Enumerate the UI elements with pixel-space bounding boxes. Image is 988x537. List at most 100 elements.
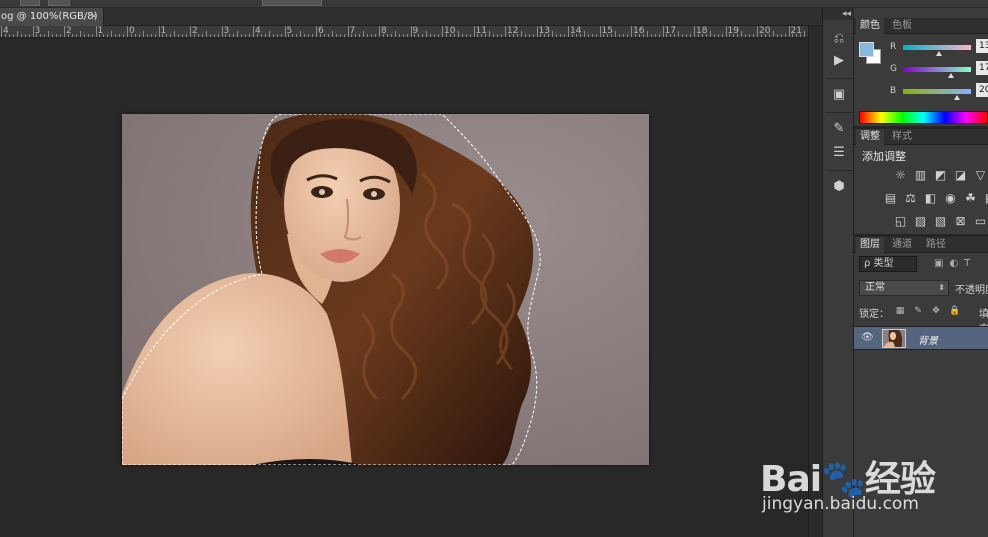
ruler-minor-tick bbox=[111, 31, 113, 37]
play-action-icon[interactable]: ▶ bbox=[829, 52, 849, 70]
brightness-icon[interactable]: ☼ bbox=[894, 169, 907, 181]
brush-preset-icon[interactable]: ✎ bbox=[829, 120, 849, 138]
filter-icons[interactable]: ▣◐T bbox=[934, 258, 976, 269]
close-icon[interactable]: × bbox=[90, 8, 98, 26]
ruler-major-tick bbox=[32, 26, 34, 37]
ruler-minor-tick bbox=[249, 34, 251, 37]
tab-swatches[interactable]: 色板 bbox=[888, 18, 916, 34]
document-tab[interactable]: og @ 100%(RGB/8) × bbox=[0, 8, 104, 26]
blue-value-field[interactable]: 205 bbox=[976, 83, 988, 97]
red-value-field[interactable]: 134 bbox=[976, 39, 988, 53]
collapse-icon[interactable]: ◂◂ bbox=[823, 8, 855, 20]
ruler-minor-tick bbox=[575, 34, 577, 37]
tab-paths[interactable]: 路径 bbox=[922, 237, 950, 253]
ruler-minor-tick bbox=[430, 34, 432, 37]
divider bbox=[826, 170, 852, 171]
tab-channels[interactable]: 通道 bbox=[888, 237, 916, 253]
ruler-minor-tick bbox=[579, 34, 581, 37]
ruler-minor-tick bbox=[193, 34, 195, 37]
ruler-minor-tick bbox=[709, 31, 711, 37]
posterize-icon[interactable]: ▨ bbox=[914, 215, 927, 227]
document-canvas-image[interactable] bbox=[122, 114, 649, 465]
ruler-minor-tick bbox=[40, 34, 42, 37]
ruler-major-tick bbox=[725, 26, 727, 37]
slider-knob[interactable] bbox=[936, 51, 943, 56]
tool-preset-icon[interactable]: ☰ bbox=[829, 144, 849, 162]
levels-icon[interactable]: ▥ bbox=[914, 169, 927, 181]
ruler-minor-tick bbox=[646, 31, 648, 37]
ruler-minor-tick bbox=[233, 34, 235, 37]
ruler-minor-tick bbox=[166, 34, 168, 37]
ruler-minor-tick bbox=[398, 34, 400, 37]
lock-paint-icon[interactable]: ✎ bbox=[913, 306, 923, 316]
ruler-minor-tick bbox=[178, 34, 180, 37]
document-tab-bar: og @ 100%(RGB/8) × bbox=[0, 8, 822, 26]
ruler-minor-tick bbox=[288, 34, 290, 37]
ruler-minor-tick bbox=[591, 34, 593, 37]
chevron-down-icon: ⬍ bbox=[938, 283, 945, 292]
threshold-icon[interactable]: ▧ bbox=[934, 215, 947, 227]
color-balance-icon[interactable]: ⚖ bbox=[904, 192, 917, 204]
tab-adjustments[interactable]: 调整 bbox=[856, 129, 884, 145]
photoshop-window: og @ 100%(RGB/8) × 4 3 2 1 0 1 2 3 4 5 6 7 8 9 10 11 12 1… bbox=[0, 0, 988, 537]
ruler-minor-tick bbox=[339, 34, 341, 37]
tab-styles[interactable]: 样式 bbox=[888, 129, 916, 145]
blend-mode-select[interactable]: 正常 ⬍ bbox=[859, 280, 949, 296]
ruler-minor-tick bbox=[548, 34, 550, 37]
3d-icon[interactable]: ⬢ bbox=[829, 178, 849, 196]
color-lookup-icon[interactable]: ▦ bbox=[984, 192, 988, 204]
ruler-minor-tick bbox=[87, 34, 89, 37]
lock-transparent-icon[interactable]: ▦ bbox=[895, 306, 905, 316]
channel-mixer-icon[interactable]: ☘ bbox=[964, 192, 977, 204]
green-value-field[interactable]: 179 bbox=[976, 61, 988, 75]
layer-row[interactable]: 👁 背景 bbox=[854, 326, 988, 350]
ruler-minor-tick bbox=[402, 34, 404, 37]
hue-saturation-icon[interactable]: ▤ bbox=[884, 192, 897, 204]
photo-filter-icon[interactable]: ◉ bbox=[944, 192, 957, 204]
ruler-minor-tick bbox=[485, 34, 487, 37]
horizontal-ruler[interactable]: 4 3 2 1 0 1 2 3 4 5 6 7 8 9 10 11 12 13 14 15 16 17 18 19 20 21 bbox=[0, 26, 808, 38]
green-channel-slider[interactable]: G 179 bbox=[890, 61, 988, 78]
options-button[interactable] bbox=[262, 0, 322, 6]
gradient-map-icon[interactable]: ▭ bbox=[974, 215, 987, 227]
right-panels: 颜色 色板 R 134 G 179 B 205 调整 样式 bbox=[854, 8, 988, 537]
slider-knob[interactable] bbox=[954, 95, 961, 100]
selective-color-icon[interactable]: ⊠ bbox=[954, 215, 967, 227]
lock-all-icon[interactable]: 🔒 bbox=[949, 306, 960, 316]
ruler-major-tick bbox=[442, 26, 443, 37]
blue-channel-slider[interactable]: B 205 bbox=[890, 83, 988, 100]
exposure-icon[interactable]: ◪ bbox=[954, 169, 967, 181]
layer-filter-select[interactable]: ρ 类型 bbox=[859, 256, 917, 272]
options-button[interactable] bbox=[48, 0, 70, 6]
ruler-minor-tick bbox=[449, 34, 451, 37]
layer-name[interactable]: 背景 bbox=[918, 332, 938, 347]
options-button[interactable] bbox=[20, 0, 40, 6]
ruler-minor-tick bbox=[103, 34, 105, 37]
tab-color[interactable]: 颜色 bbox=[856, 18, 884, 34]
slider-track[interactable] bbox=[903, 67, 971, 72]
curves-icon[interactable]: ◩ bbox=[934, 169, 947, 181]
ruler-minor-tick bbox=[312, 34, 314, 37]
ruler-minor-tick bbox=[520, 31, 522, 37]
color-panel-tabs: 颜色 色板 bbox=[854, 18, 988, 34]
vibrance-icon[interactable]: ▽ bbox=[974, 169, 987, 181]
ruler-minor-tick bbox=[229, 34, 231, 37]
red-channel-slider[interactable]: R 134 bbox=[890, 39, 988, 56]
info-icon[interactable]: ▣ bbox=[829, 86, 849, 104]
tab-layers[interactable]: 图层 bbox=[856, 237, 884, 253]
ruler-minor-tick bbox=[146, 34, 148, 37]
black-white-icon[interactable]: ◧ bbox=[924, 192, 937, 204]
slider-knob[interactable] bbox=[947, 73, 954, 78]
color-spectrum-bar[interactable] bbox=[859, 111, 988, 124]
slider-track[interactable] bbox=[903, 89, 971, 94]
ruler-minor-tick bbox=[729, 34, 731, 37]
history-icon[interactable]: ⎌ bbox=[829, 30, 849, 48]
lock-position-icon[interactable]: ✥ bbox=[931, 306, 941, 316]
slider-track[interactable] bbox=[903, 45, 971, 50]
eye-icon[interactable]: 👁 bbox=[861, 332, 874, 343]
ruler-minor-tick bbox=[83, 34, 85, 37]
vertical-scrollbar[interactable] bbox=[808, 26, 822, 537]
foreground-color-swatch[interactable] bbox=[859, 42, 874, 57]
invert-icon[interactable]: ◱ bbox=[894, 215, 907, 227]
ruler-minor-tick bbox=[245, 34, 247, 37]
